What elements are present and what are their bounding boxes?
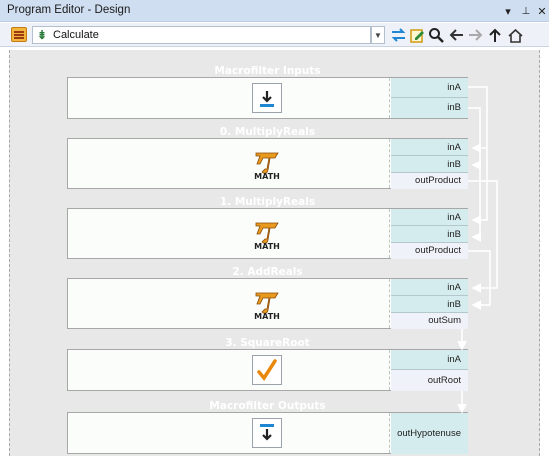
pin-icon[interactable]: ⊥ [518, 2, 534, 20]
svg-text:MATH: MATH [254, 172, 280, 181]
arrow-up-icon[interactable] [486, 26, 504, 44]
block-0-multiplyreals[interactable]: MATH inA inB outProduct [67, 138, 468, 189]
hamburger-menu-icon[interactable] [11, 27, 27, 42]
block-2-addreals[interactable]: MATH inA inB outSum [67, 278, 468, 329]
macrofilter-select[interactable]: ⇟ Calculate [32, 26, 371, 44]
port-inB[interactable]: inB [391, 156, 468, 173]
port-outHypotenuse[interactable]: outHypotenuse [391, 413, 468, 454]
dropdown-icon[interactable]: ▾ [500, 2, 516, 20]
port-inA[interactable]: inA [391, 209, 468, 226]
block-macrofilter-inputs[interactable]: inA inB [67, 77, 468, 119]
tree-icon: ⇟ [37, 28, 48, 42]
port-inA[interactable]: inA [391, 139, 468, 156]
port-inB[interactable]: inB [391, 98, 468, 118]
swap-icon[interactable] [389, 26, 407, 44]
window-title: Program Editor - Design [7, 4, 131, 16]
port-outProduct[interactable]: outProduct [391, 173, 468, 189]
output-arrow-icon [252, 418, 282, 448]
port-inA[interactable]: inA [391, 279, 468, 296]
edit-icon[interactable] [408, 26, 426, 44]
search-icon[interactable] [427, 26, 445, 44]
chevron-down-icon[interactable]: ▼ [371, 26, 385, 44]
port-outProduct[interactable]: outProduct [391, 243, 468, 259]
port-outSum[interactable]: outSum [391, 313, 468, 329]
window-titlebar: Program Editor - Design ▾ ⊥ ✕ [0, 0, 549, 22]
math-icon: MATH [254, 222, 280, 251]
macrofilter-select-value: Calculate [53, 29, 99, 41]
arrow-left-icon[interactable] [447, 26, 465, 44]
sqrt-icon [252, 355, 282, 385]
download-arrow-icon [252, 83, 282, 113]
arrow-right-icon[interactable] [466, 26, 484, 44]
svg-text:MATH: MATH [254, 242, 280, 251]
port-inB[interactable]: inB [391, 296, 468, 313]
close-icon[interactable]: ✕ [534, 2, 549, 20]
block-3-squareroot[interactable]: inA outRoot [67, 349, 468, 391]
math-icon: MATH [254, 292, 280, 321]
home-icon[interactable] [506, 26, 524, 44]
block-1-multiplyreals[interactable]: MATH inA inB outProduct [67, 208, 468, 259]
port-outRoot[interactable]: outRoot [391, 370, 468, 391]
port-inB[interactable]: inB [391, 226, 468, 243]
toolbar: ⇟ Calculate ▼ [0, 23, 549, 47]
port-inA[interactable]: inA [391, 350, 468, 370]
port-inA[interactable]: inA [391, 78, 468, 98]
math-icon: MATH [254, 152, 280, 181]
block-macrofilter-outputs[interactable]: outHypotenuse [67, 412, 468, 454]
svg-text:MATH: MATH [254, 312, 280, 321]
